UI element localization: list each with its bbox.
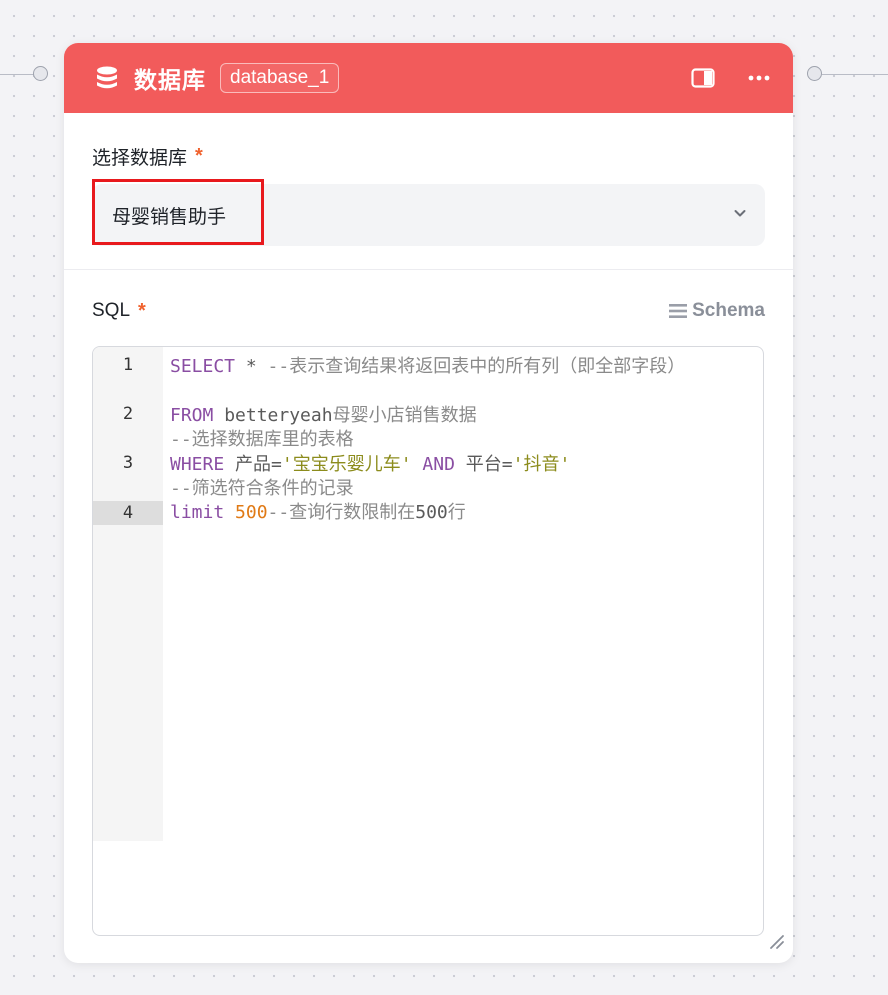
node-header[interactable]: 数据库 database_1 — [64, 43, 793, 113]
input-port[interactable] — [33, 66, 48, 81]
list-icon — [669, 304, 688, 318]
node-id-badge[interactable]: database_1 — [220, 63, 340, 93]
token-op: 500 — [415, 502, 448, 523]
code-text: limit 500--查询行数限制在500行 — [170, 501, 750, 525]
required-star: * — [138, 299, 146, 322]
database-label-text: 选择数据库 — [92, 148, 188, 169]
line-number: 3 — [122, 453, 134, 473]
line-number: 2 — [122, 404, 134, 424]
token-op: betteryeah — [213, 405, 333, 426]
token-op — [412, 454, 423, 475]
sql-field-label: SQL * — [92, 300, 146, 323]
code-text: FROM betteryeah母婴小店销售数据 --选择数据库里的表格 — [170, 404, 750, 452]
token-kw: AND — [422, 454, 455, 475]
output-port[interactable] — [807, 66, 822, 81]
token-op — [224, 502, 235, 523]
token-kw: WHERE — [170, 454, 225, 475]
token-str: '宝宝乐婴儿车' — [281, 454, 412, 475]
database-node[interactable]: 数据库 database_1 选择数据库 * 母婴销售助手 SQL * Sche… — [64, 43, 793, 963]
schema-button[interactable]: Schema — [669, 300, 765, 322]
line-number: 4 — [93, 501, 163, 525]
line-number: 1 — [122, 355, 134, 375]
token-op: 产品= — [224, 454, 282, 475]
token-cm: --表示查询结果将返回表中的所有列（即全部字段） — [267, 356, 686, 377]
token-cm: 行 — [447, 502, 466, 523]
token-kw: limit — [170, 502, 225, 523]
token-cm: --筛选符合条件的记录 — [170, 478, 354, 499]
database-select[interactable]: 母婴销售助手 — [92, 179, 765, 246]
token-num: 500 — [235, 502, 268, 523]
database-section: 选择数据库 * 母婴销售助手 — [64, 113, 793, 270]
token-cm: --查询行数限制在 — [267, 502, 416, 523]
token-kw: FROM — [170, 405, 214, 426]
sql-editor[interactable]: 1 SELECT * --表示查询结果将返回表中的所有列（即全部字段） 2 FROM … — [92, 346, 764, 936]
edge-line-right — [822, 74, 888, 75]
node-title: 数据库 — [134, 67, 206, 93]
token-kw: SELECT — [170, 356, 236, 377]
database-field-label: 选择数据库 * — [92, 143, 765, 170]
token-op: * — [235, 356, 268, 377]
panel-toggle-icon[interactable] — [690, 66, 716, 90]
required-star: * — [195, 145, 203, 167]
token-op: 平台= — [454, 454, 513, 475]
sql-header: SQL * Schema — [92, 296, 765, 326]
chevron-down-icon[interactable] — [733, 206, 747, 225]
database-icon — [94, 65, 120, 91]
edge-line-left — [0, 74, 34, 75]
sql-label-text: SQL — [92, 300, 131, 321]
highlight-box — [92, 179, 264, 245]
more-icon[interactable] — [746, 66, 772, 90]
token-str: '抖音' — [512, 454, 571, 475]
code-text: SELECT * --表示查询结果将返回表中的所有列（即全部字段） — [170, 355, 750, 379]
code-text: WHERE 产品='宝宝乐婴儿车' AND 平台='抖音' --筛选符合条件的记… — [170, 453, 750, 501]
sql-section: SQL * Schema 1 SELECT * --表示查询结果将返回表中的所有列… — [64, 270, 793, 936]
resize-handle-icon[interactable] — [767, 932, 785, 955]
schema-label: Schema — [692, 300, 765, 321]
